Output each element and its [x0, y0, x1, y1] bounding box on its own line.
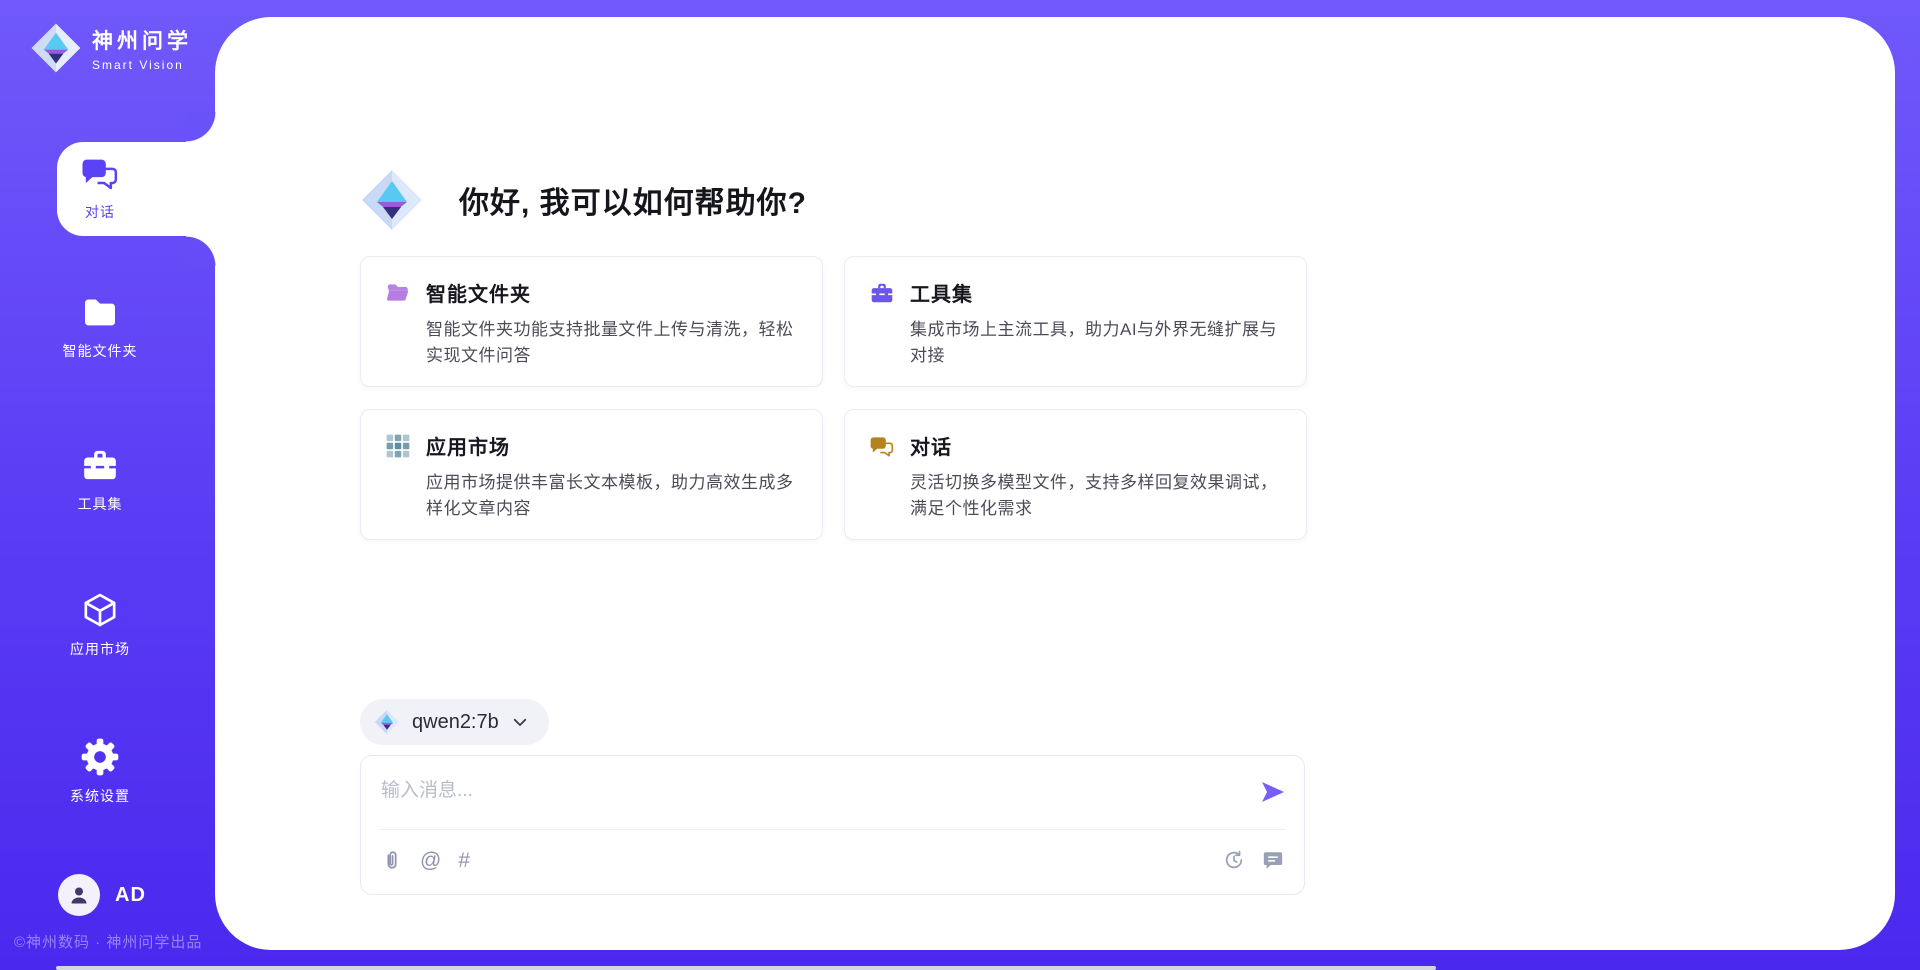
folder-icon	[80, 292, 120, 332]
gear-icon	[80, 737, 120, 777]
model-selector[interactable]: qwen2:7b	[360, 699, 549, 745]
card-toolset[interactable]: 工具集 集成市场上主流工具，助力AI与外界无缝扩展与对接	[844, 256, 1307, 387]
card-title: 智能文件夹	[426, 278, 531, 307]
diamond-logo-icon	[30, 22, 82, 74]
sidebar-item-app-market[interactable]: 应用市场	[40, 590, 160, 659]
tab-curve-top	[186, 112, 216, 142]
card-description: 灵活切换多模型文件，支持多样回复效果调试，满足个性化需求	[910, 470, 1282, 521]
card-description: 应用市场提供丰富长文本模板，助力高效生成多样化文章内容	[426, 470, 798, 521]
chat-bubbles-icon	[869, 433, 895, 459]
history-icon[interactable]	[1223, 849, 1245, 871]
card-title: 对话	[910, 431, 952, 460]
feature-cards: 智能文件夹 智能文件夹功能支持批量文件上传与清洗，轻松实现文件问答 工具集 集成…	[360, 256, 1307, 540]
app-brand: 神州问学 Smart Vision	[30, 22, 192, 74]
sidebar-item-toolset[interactable]: 工具集	[40, 445, 160, 514]
user-name: AD	[115, 884, 146, 907]
copyright-footer: ©神州数码 · 神州问学出品	[14, 931, 202, 952]
sidebar-item-label: 系统设置	[70, 786, 130, 806]
card-app-market[interactable]: 应用市场 应用市场提供丰富长文本模板，助力高效生成多样化文章内容	[360, 409, 823, 540]
card-title: 应用市场	[426, 431, 510, 460]
diamond-logo-icon	[374, 709, 400, 735]
sidebar-item-chat[interactable]: 对话	[40, 153, 160, 222]
greeting-row: 你好, 我可以如何帮助你?	[360, 168, 807, 232]
cube-icon	[80, 590, 120, 630]
greeting-text: 你好, 我可以如何帮助你?	[459, 178, 807, 222]
toolbox-icon	[869, 280, 895, 306]
tab-curve-bottom	[186, 236, 216, 266]
sidebar-item-label: 智能文件夹	[63, 341, 138, 361]
grid-cube-icon	[385, 433, 411, 459]
sidebar-item-label: 工具集	[78, 494, 123, 514]
chevron-down-icon	[511, 713, 529, 731]
card-smart-folder[interactable]: 智能文件夹 智能文件夹功能支持批量文件上传与清洗，轻松实现文件问答	[360, 256, 823, 387]
toolbox-icon	[80, 445, 120, 485]
user-profile[interactable]: AD	[58, 874, 146, 916]
app-title: 神州问学	[92, 25, 192, 55]
card-chat[interactable]: 对话 灵活切换多模型文件，支持多样回复效果调试，满足个性化需求	[844, 409, 1307, 540]
card-title: 工具集	[910, 278, 973, 307]
person-icon	[67, 883, 91, 907]
chat-icon	[80, 153, 120, 193]
comment-icon[interactable]	[1262, 849, 1284, 871]
folder-open-icon	[385, 280, 411, 306]
sidebar-item-label: 对话	[85, 202, 115, 222]
paperclip-icon[interactable]	[381, 849, 403, 871]
card-description: 集成市场上主流工具，助力AI与外界无缝扩展与对接	[910, 317, 1282, 368]
model-name: qwen2:7b	[412, 711, 499, 734]
avatar	[58, 874, 100, 916]
send-icon[interactable]	[1258, 778, 1286, 806]
composer-divider	[379, 829, 1286, 830]
message-composer: @ #	[360, 755, 1305, 895]
sidebar-item-label: 应用市场	[70, 639, 130, 659]
diamond-logo-icon	[360, 168, 424, 232]
message-input[interactable]	[381, 772, 1221, 810]
app-subtitle: Smart Vision	[92, 58, 192, 72]
sidebar-item-smart-folder[interactable]: 智能文件夹	[40, 292, 160, 361]
card-description: 智能文件夹功能支持批量文件上传与清洗，轻松实现文件问答	[426, 317, 798, 368]
sidebar-item-settings[interactable]: 系统设置	[40, 737, 160, 806]
horizontal-scrollbar[interactable]	[56, 966, 1436, 970]
hash-icon[interactable]: #	[458, 850, 470, 871]
at-icon[interactable]: @	[420, 850, 441, 871]
